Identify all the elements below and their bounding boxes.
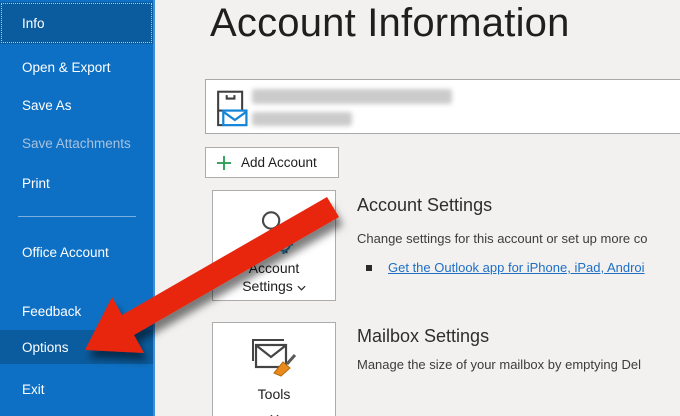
tools-button[interactable]: Tools [212, 322, 336, 416]
redacted-email-address [252, 89, 452, 104]
account-information-panel: Account Information Add Account Account … [155, 0, 680, 416]
add-account-button[interactable]: Add Account [205, 147, 339, 178]
sidebar-item-label: Exit [22, 381, 45, 397]
bullet-icon [366, 264, 372, 271]
sidebar-item-save-as[interactable]: Save As [0, 94, 153, 116]
chevron-down-icon [297, 278, 306, 294]
chevron-down-icon [269, 407, 279, 416]
account-settings-button-label-line2: Settings [242, 277, 306, 295]
envelope-broom-icon [250, 337, 298, 379]
account-settings-description: Change settings for this account or set … [357, 231, 648, 246]
plus-icon [216, 155, 232, 171]
backstage-sidebar: Info Open & Export Save As Save Attachme… [0, 0, 155, 416]
mailbox-settings-heading: Mailbox Settings [357, 326, 490, 346]
sidebar-item-label: Print [22, 175, 50, 191]
add-account-label: Add Account [241, 155, 317, 170]
sidebar-item-open-export[interactable]: Open & Export [0, 56, 153, 78]
account-settings-button-label-line1: Account [248, 260, 300, 276]
sidebar-item-print[interactable]: Print [0, 172, 153, 194]
sidebar-item-label: Office Account [22, 245, 109, 260]
tools-button-label: Tools [257, 386, 291, 402]
outlook-app-link-row: Get the Outlook app for iPhone, iPad, An… [366, 260, 645, 275]
sidebar-item-label: Save Attachments [22, 135, 131, 151]
account-settings-heading: Account Settings [357, 195, 493, 215]
sidebar-item-label: Open & Export [22, 59, 111, 75]
page-title: Account Information [210, 1, 570, 45]
sidebar-item-office-account[interactable]: Office Account [0, 243, 110, 283]
sidebar-item-label: Info [22, 15, 45, 31]
sidebar-item-label: Save As [22, 97, 72, 113]
sidebar-item-label: Feedback [22, 303, 82, 319]
sidebar-item-options[interactable]: Options [0, 330, 153, 364]
sidebar-item-feedback[interactable]: Feedback [0, 300, 153, 322]
mailbox-settings-description: Manage the size of your mailbox by empty… [357, 357, 641, 372]
sidebar-item-exit[interactable]: Exit [0, 378, 153, 400]
account-mailbox-icon [213, 86, 249, 135]
outlook-backstage: { "sidebar": { "bg_color": "#0E70C4", "h… [0, 0, 680, 416]
person-gear-icon [251, 209, 297, 255]
sidebar-item-label: Options [22, 339, 69, 355]
account-settings-button[interactable]: Account Settings [212, 190, 336, 301]
account-selector[interactable] [205, 79, 680, 134]
get-outlook-app-link[interactable]: Get the Outlook app for iPhone, iPad, An… [388, 260, 645, 275]
sidebar-item-save-attachments: Save Attachments [0, 132, 153, 154]
sidebar-item-info[interactable]: Info [0, 2, 153, 44]
sidebar-divider [18, 216, 136, 217]
redacted-account-type [252, 112, 352, 126]
